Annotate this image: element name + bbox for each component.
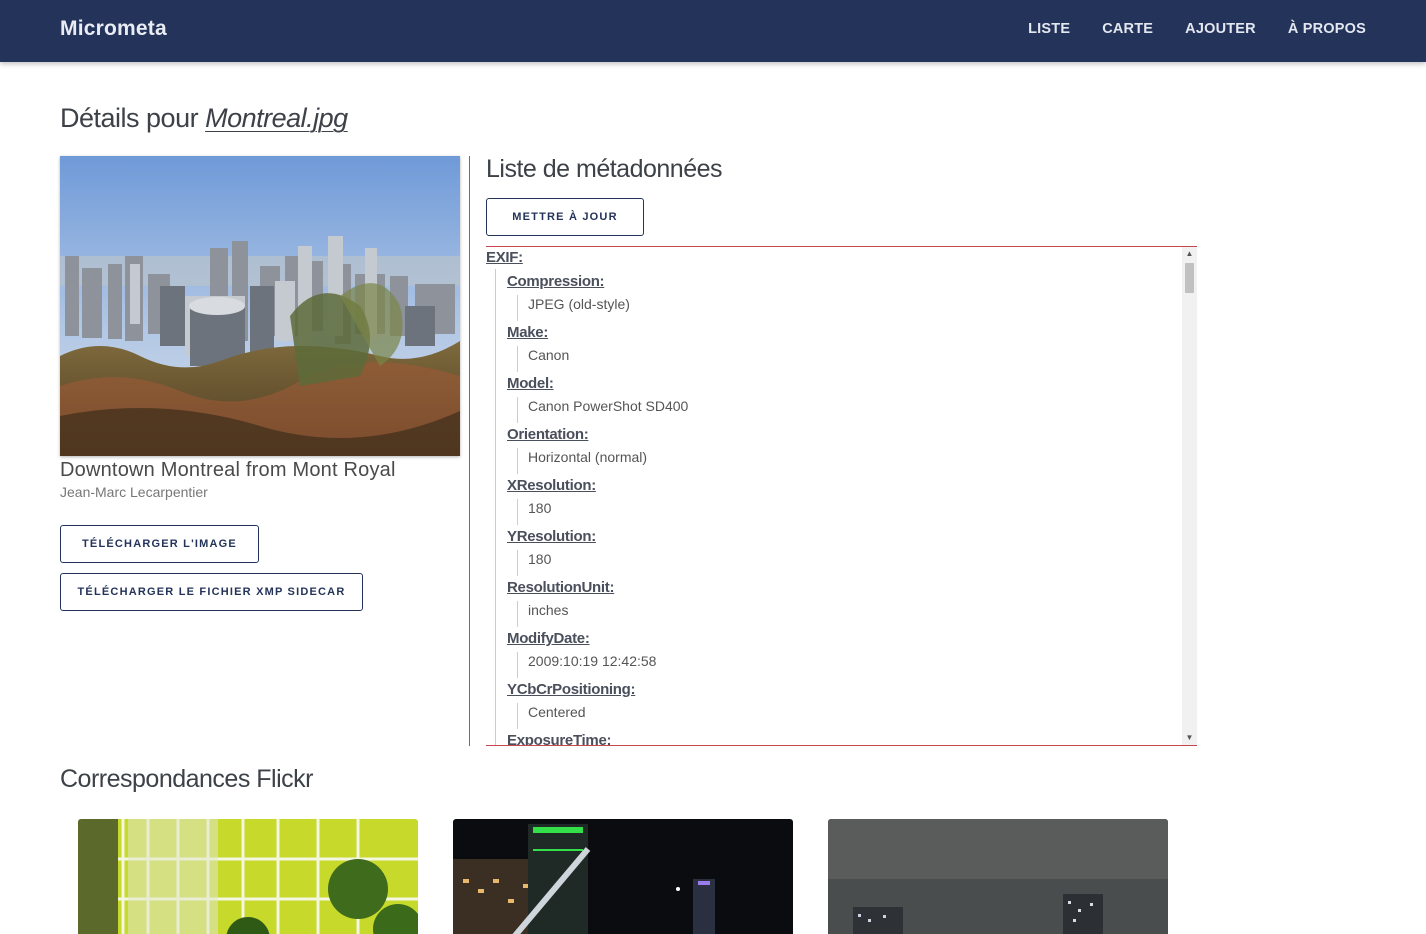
scroll-up-icon[interactable]: ▲ [1182, 247, 1197, 261]
metadata-key[interactable]: ModifyDate: [507, 630, 590, 647]
metadata-value: 180 [528, 500, 552, 516]
metadata-value: inches [528, 602, 569, 618]
metadata-group-exif[interactable]: EXIF: [486, 249, 523, 266]
night-city-image [453, 819, 793, 934]
flickr-section-title: Correspondances Flickr [60, 765, 314, 793]
tree-guide-line [517, 397, 518, 423]
montreal-skyline-image [60, 156, 460, 456]
tree-guide-line [517, 601, 518, 627]
metadata-value: JPEG (old-style) [528, 296, 630, 312]
page-title-filename[interactable]: Montreal.jpg [205, 103, 348, 133]
metadata-key[interactable]: ExposureTime: [507, 732, 612, 745]
metadata-value: Horizontal (normal) [528, 449, 648, 465]
page-title: Détails pour Montreal.jpg [60, 103, 348, 134]
nav-link-liste[interactable]: LISTE [1028, 21, 1070, 37]
metadata-key[interactable]: ResolutionUnit: [507, 579, 614, 596]
nav-link-ajouter[interactable]: AJOUTER [1185, 21, 1256, 37]
download-image-button[interactable]: TÉLÉCHARGER L'IMAGE [60, 525, 259, 563]
tree-guide-line [517, 652, 518, 678]
metadata-key[interactable]: Model: [507, 375, 554, 392]
update-button[interactable]: METTRE À JOUR [486, 198, 644, 236]
photo-caption: Downtown Montreal from Mont Royal [60, 459, 396, 481]
metadata-key[interactable]: Compression: [507, 273, 605, 290]
green-atrium-image [78, 819, 418, 934]
foggy-skyline-image [828, 819, 1168, 934]
flickr-thumbnail[interactable] [453, 819, 793, 934]
metadata-title: Liste de métadonnées [486, 155, 723, 183]
tree-guide-line [495, 269, 496, 745]
metadata-value: 180 [528, 551, 552, 567]
metadata-value: Canon PowerShot SD400 [528, 398, 689, 414]
nav-links: LISTE CARTE AJOUTER À PROPOS [1028, 21, 1366, 37]
main-photo [60, 156, 460, 456]
tree-guide-line [517, 499, 518, 525]
tree-guide-line [517, 346, 518, 372]
tree-guide-line [517, 295, 518, 321]
download-xmp-button[interactable]: TÉLÉCHARGER LE FICHIER XMP SIDECAR [60, 573, 363, 611]
tree-guide-line [517, 448, 518, 474]
tree-guide-line [517, 550, 518, 576]
metadata-key[interactable]: YResolution: [507, 528, 596, 545]
metadata-key[interactable]: YCbCrPositioning: [507, 681, 636, 698]
metadata-scroll-panel[interactable]: EXIF: Compression: JPEG (old-style) Make: C… [486, 246, 1197, 746]
metadata-value: Centered [528, 704, 586, 720]
brand-logo[interactable]: Micrometa [60, 17, 167, 41]
tree-guide-line [517, 703, 518, 729]
photo-author: Jean-Marc Lecarpentier [60, 484, 208, 500]
nav-link-carte[interactable]: CARTE [1102, 21, 1153, 37]
page-title-prefix: Détails pour [60, 103, 206, 133]
scroll-down-icon[interactable]: ▼ [1182, 731, 1197, 745]
metadata-value: 2009:10:19 12:42:58 [528, 653, 657, 669]
metadata-scrollbar[interactable]: ▲ ▼ [1182, 247, 1197, 745]
flickr-thumbnail[interactable] [828, 819, 1168, 934]
column-divider [469, 156, 470, 746]
metadata-key[interactable]: XResolution: [507, 477, 596, 494]
flickr-thumbnail[interactable] [78, 819, 418, 934]
metadata-value: Canon [528, 347, 570, 363]
nav-link-a-propos[interactable]: À PROPOS [1288, 21, 1366, 37]
metadata-key[interactable]: Make: [507, 324, 548, 341]
metadata-key[interactable]: Orientation: [507, 426, 589, 443]
scroll-thumb[interactable] [1185, 263, 1194, 293]
top-navbar: Micrometa LISTE CARTE AJOUTER À PROPOS [0, 0, 1426, 62]
